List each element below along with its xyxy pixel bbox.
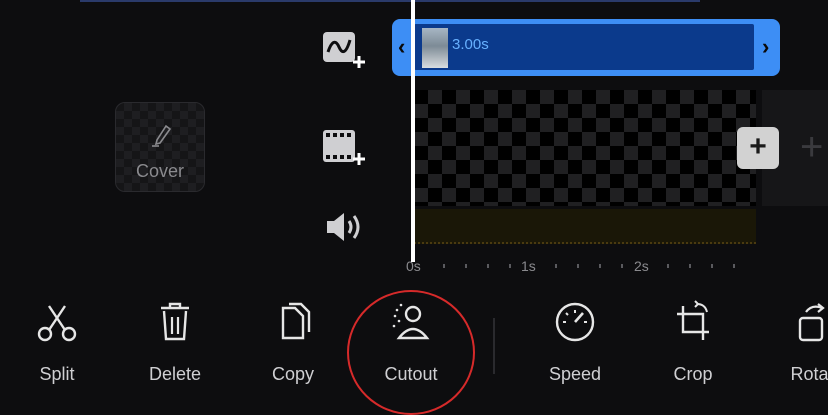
audio-track-area[interactable]: [414, 209, 756, 244]
add-overlay-icon[interactable]: [322, 30, 368, 70]
delete-button[interactable]: Delete: [125, 300, 225, 385]
add-video-icon[interactable]: [322, 128, 368, 168]
ruler-tick: [733, 264, 735, 268]
crop-icon: [677, 300, 709, 340]
crop-button[interactable]: Crop: [643, 300, 743, 385]
ruler-tick: [443, 264, 445, 268]
copy-button[interactable]: Copy: [243, 300, 343, 385]
ruler-tick: [689, 264, 691, 268]
split-button[interactable]: Split: [7, 300, 107, 385]
speed-button[interactable]: Speed: [525, 300, 625, 385]
trash-icon: [161, 302, 189, 341]
rotate-icon: [798, 303, 825, 342]
ruler-tick: [465, 264, 467, 268]
playhead[interactable]: [411, 0, 415, 262]
ruler-label: 2s: [634, 258, 649, 274]
ruler-tick: [577, 264, 579, 268]
pen-icon: [152, 124, 172, 147]
copy-label: Copy: [271, 364, 315, 384]
ruler-tick: [599, 264, 601, 268]
clip-duration: 3.00s: [452, 36, 489, 53]
clip-right-handle[interactable]: ›: [762, 34, 769, 60]
ruler-tick: [667, 264, 669, 268]
delete-label: Delete: [148, 364, 202, 384]
cover-tile[interactable]: Cover: [115, 102, 205, 192]
scissors-icon: [37, 305, 77, 342]
ruler-label: 1s: [521, 258, 536, 274]
crop-label: Crop: [673, 364, 713, 384]
speaker-icon[interactable]: [325, 210, 363, 244]
cover-label: Cover: [135, 161, 184, 181]
clip-body[interactable]: 3.00s: [414, 24, 754, 70]
rotate-button[interactable]: Rotat: [762, 300, 828, 385]
ruler-tick: [711, 264, 713, 268]
timeline-top-border: [80, 0, 700, 2]
rotate-label: Rotat: [790, 364, 828, 384]
split-label: Split: [39, 364, 75, 384]
add-clip-button[interactable]: +: [737, 127, 779, 169]
speedometer-icon: [555, 302, 595, 342]
ruler-tick: [621, 264, 623, 268]
ruler-tick: [555, 264, 557, 268]
cutout-highlight-circle: [347, 290, 475, 415]
ruler-tick: [509, 264, 511, 268]
speed-label: Speed: [548, 364, 602, 384]
copy-icon: [281, 302, 311, 340]
video-clip[interactable]: ‹ 3.00s ›: [392, 19, 780, 76]
video-track-area[interactable]: [414, 90, 756, 206]
toolbar-divider: [493, 318, 495, 374]
add-icon-faded: +: [800, 125, 824, 169]
ruler-tick: [487, 264, 489, 268]
clip-left-handle[interactable]: ‹: [398, 34, 405, 60]
clip-thumbnail: [422, 28, 448, 68]
